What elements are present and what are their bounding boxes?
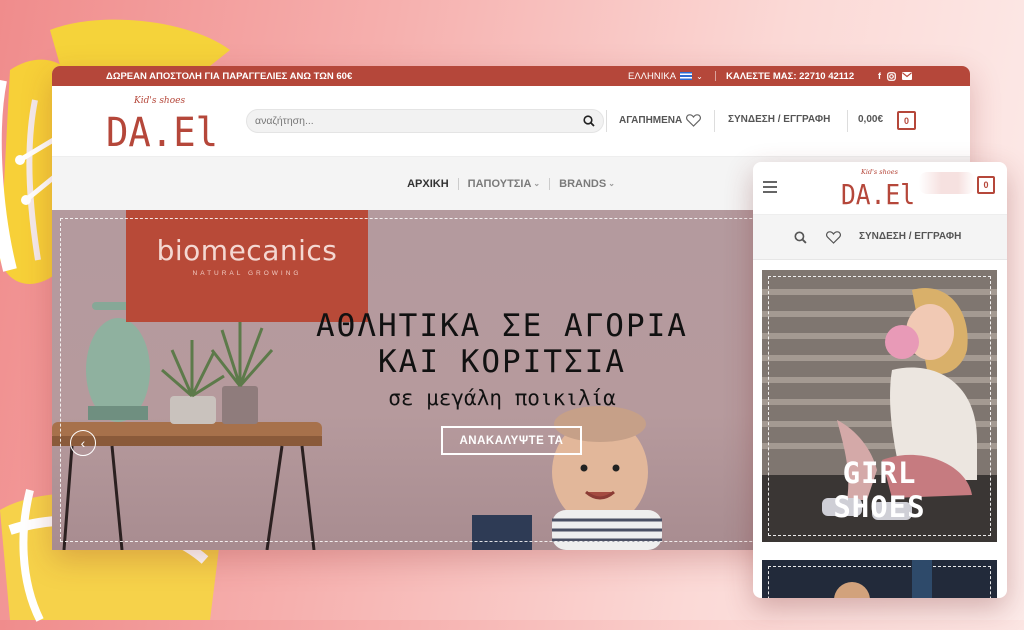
svg-text:Kid's shoes: Kid's shoes bbox=[133, 96, 185, 106]
nav-label: ΠΑΠΟΥΤΣΙΑ bbox=[467, 177, 532, 190]
login-register-link[interactable]: ΣΥΝΔΕΣΗ / ΕΓΓΡΑΦΗ bbox=[859, 231, 961, 242]
search-input[interactable]: αναζήτηση... bbox=[246, 109, 604, 133]
mobile-actions-bar: ΣΥΝΔΕΣΗ / ΕΓΓΡΑΦΗ bbox=[753, 215, 1007, 260]
language-label: ΕΛΛΗΝΙΚΑ bbox=[628, 70, 677, 82]
discover-button[interactable]: ΑΝΑΚΑΛΥΨΤΕ ΤΑ bbox=[441, 426, 582, 455]
top-bar: ΔΩΡΕΑΝ ΑΠΟΣΤΟΛΗ ΓΙΑ ΠΑΡΑΓΓΕΛΙΕΣ ΑΝΩ ΤΩΝ … bbox=[52, 66, 970, 86]
heart-icon bbox=[686, 114, 702, 127]
nav-label: ΑΡΧΙΚΗ bbox=[407, 177, 449, 190]
instagram-icon[interactable] bbox=[887, 71, 896, 81]
heart-icon[interactable] bbox=[826, 231, 841, 244]
nav-label: BRANDS bbox=[559, 177, 607, 190]
cart-count: 0 bbox=[903, 115, 909, 126]
facebook-icon[interactable]: f bbox=[878, 71, 881, 81]
hero-headline-line2: ΚΑΙ ΚΟΡΙΤΣΙΑ bbox=[378, 344, 626, 380]
svg-text:Kid's shoes: Kid's shoes bbox=[860, 168, 899, 176]
mobile-mockup: Kid's shoes DA.El 0 ΣΥΝΔΕΣΗ / ΕΓΓΡΑΦΗ GI… bbox=[753, 162, 1007, 598]
search-placeholder: αναζήτηση... bbox=[255, 115, 314, 127]
divider bbox=[715, 71, 716, 81]
site-logo[interactable]: Kid's shoes DA.El bbox=[106, 90, 226, 154]
nav-item-shoes[interactable]: ΠΑΠΟΥΤΣΙΑ ⌄ bbox=[459, 178, 549, 190]
hero-subheadline: σε μεγάλη ποικιλία bbox=[388, 386, 616, 410]
nav-item-home[interactable]: ΑΡΧΙΚΗ bbox=[398, 178, 458, 190]
hero-headline: ΑΘΛΗΤΙΚΑ ΣΕ ΑΓΟΡΙΑ ΚΑΙ ΚΟΡΙΤΣΙΑ bbox=[292, 308, 712, 380]
divider bbox=[847, 110, 848, 132]
language-selector[interactable]: ΕΛΛΗΝΙΚΑ ⌄ bbox=[628, 66, 703, 86]
menu-icon[interactable] bbox=[763, 181, 777, 193]
cart-count: 0 bbox=[983, 180, 989, 190]
divider bbox=[606, 110, 607, 132]
boy-photo-image bbox=[834, 560, 932, 598]
login-label: ΣΥΝΔΕΣΗ / ΕΓΓΡΑΦΗ bbox=[728, 114, 831, 125]
greek-flag-icon bbox=[680, 72, 693, 80]
divider bbox=[714, 110, 715, 132]
mobile-header: Kid's shoes DA.El 0 bbox=[753, 162, 1007, 215]
search-icon[interactable] bbox=[583, 115, 595, 127]
search-icon[interactable] bbox=[794, 231, 807, 244]
chevron-left-icon: ‹ bbox=[80, 435, 86, 451]
svg-text:DA.El: DA.El bbox=[841, 178, 915, 210]
slider-prev-button[interactable]: ‹ bbox=[70, 430, 96, 456]
chevron-down-icon: ⌄ bbox=[608, 179, 615, 188]
free-shipping-promo: ΔΩΡΕΑΝ ΑΠΟΣΤΟΛΗ ΓΙΑ ΠΑΡΑΓΓΕΛΙΕΣ ΑΝΩ ΤΩΝ … bbox=[106, 70, 353, 82]
blur-overlay bbox=[919, 172, 975, 194]
phone-number[interactable]: ΚΑΛΕΣΤΕ ΜΑΣ: 22710 42112 bbox=[726, 66, 854, 86]
cart-total-value: 0,00€ bbox=[858, 114, 884, 125]
nav-item-brands[interactable]: BRANDS ⌄ bbox=[550, 178, 624, 190]
category-title-line2: SHOES bbox=[833, 490, 926, 524]
category-card-next[interactable] bbox=[762, 560, 997, 598]
cart-button[interactable]: 0 bbox=[977, 176, 995, 194]
hero-headline-line1: ΑΘΛΗΤΙΚΑ ΣΕ ΑΓΟΡΙΑ bbox=[316, 308, 688, 344]
svg-text:DA.El: DA.El bbox=[106, 110, 218, 154]
cart-button[interactable]: 0 bbox=[897, 111, 916, 130]
social-links: f bbox=[878, 66, 912, 86]
favorites-label: ΑΓΑΠΗΜΕΝΑ bbox=[619, 115, 683, 126]
email-icon[interactable] bbox=[902, 72, 912, 80]
chevron-down-icon: ⌄ bbox=[696, 71, 703, 81]
category-title-line1: GIRL bbox=[842, 456, 917, 490]
site-header: Kid's shoes DA.El αναζήτηση... ΑΓΑΠΗΜΕΝΑ… bbox=[52, 86, 970, 157]
cart-total[interactable]: 0,00€ bbox=[858, 114, 883, 125]
site-logo[interactable]: Kid's shoes DA.El bbox=[841, 164, 919, 210]
favorites-link[interactable]: ΑΓΑΠΗΜΕΝΑ bbox=[619, 114, 702, 127]
chevron-down-icon: ⌄ bbox=[533, 179, 541, 188]
login-register-link[interactable]: ΣΥΝΔΕΣΗ / ΕΓΓΡΑΦΗ bbox=[728, 114, 830, 125]
category-card-girl-shoes[interactable]: GIRL SHOES bbox=[762, 270, 997, 542]
category-title: GIRL SHOES bbox=[762, 456, 997, 524]
